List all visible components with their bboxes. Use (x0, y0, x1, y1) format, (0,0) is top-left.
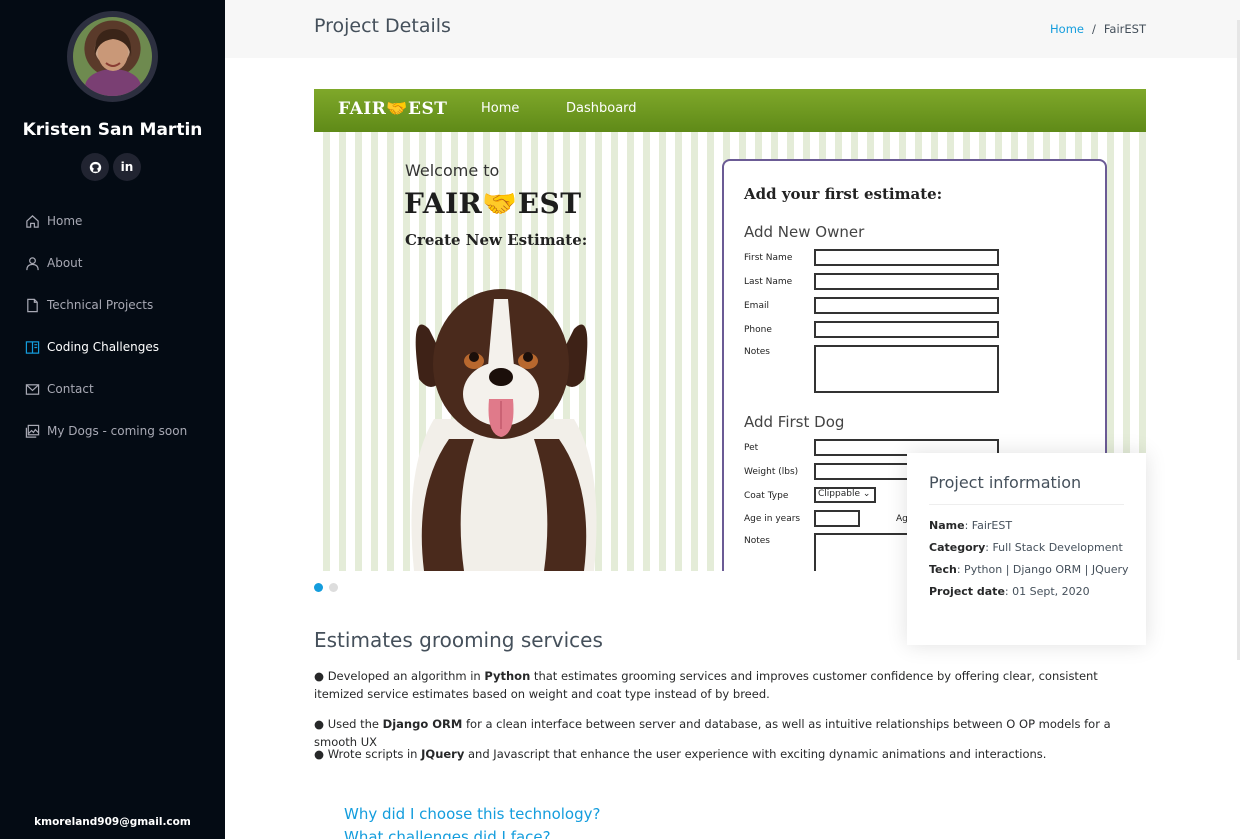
envelope-icon (24, 381, 40, 397)
description-bullet: ● Developed an algorithm in Python that … (314, 667, 1144, 703)
notes-field[interactable] (814, 345, 999, 393)
sidebar-item-label: About (47, 256, 83, 270)
description-bullet: ● Wrote scripts in JQuery and Javascript… (314, 745, 1144, 763)
field-label: Weight (lbs) (744, 467, 799, 477)
bullet-bold: JQuery (421, 747, 465, 761)
info-tech-label: Tech (929, 563, 957, 576)
info-date: Project date: 01 Sept, 2020 (929, 585, 1124, 598)
sidebar-item-label: Home (47, 214, 83, 228)
info-name-label: Name (929, 519, 965, 532)
last-name-field[interactable] (814, 273, 999, 290)
home-icon (24, 213, 40, 229)
owner-heading: Add New Owner (744, 223, 865, 241)
page-title: Project Details (314, 15, 451, 37)
dog-heading: Add First Dog (744, 413, 845, 431)
info-category-label: Category (929, 541, 986, 554)
sidebar-item-label: My Dogs - coming soon (47, 424, 188, 438)
slide-navbar: FAIR🤝EST Home Dashboard (314, 89, 1146, 132)
field-label: First Name (744, 253, 793, 263)
description-title: Estimates grooming services (314, 628, 603, 652)
sidebar-item-label: Contact (47, 382, 94, 396)
project-info-card: Project information Name: FairEST Catego… (907, 453, 1146, 645)
info-date-label: Project date (929, 585, 1005, 598)
sidebar: Kristen San Martin in Home About Technic… (0, 0, 225, 839)
bullet-text: ● Developed an algorithm in (314, 669, 485, 683)
avatar (67, 11, 158, 102)
sidebar-item-home[interactable]: Home (0, 200, 225, 242)
coat-type-select[interactable]: Clippable ⌄ (814, 487, 876, 503)
sidebar-nav: Home About Technical Projects Coding Cha… (0, 200, 225, 452)
field-label: Pet (744, 443, 759, 453)
field-label: Coat Type (744, 491, 789, 501)
info-tech: Tech: Python | Django ORM | JQuery (929, 563, 1129, 576)
bullet-bold: Django ORM (382, 717, 463, 731)
info-date-value: : 01 Sept, 2020 (1004, 585, 1090, 598)
sidebar-item-technical-projects[interactable]: Technical Projects (0, 284, 225, 326)
sidebar-item-coding-challenges[interactable]: Coding Challenges (0, 326, 225, 368)
breadcrumb-separator: / (1092, 22, 1096, 36)
breadcrumbs-bar: Project Details Home / FairEST (225, 0, 1240, 58)
breadcrumb-home[interactable]: Home (1050, 22, 1084, 36)
slide-logo: FAIR🤝EST (338, 99, 448, 119)
bullet-text: ● Used the (314, 717, 383, 731)
info-category: Category: Full Stack Development (929, 541, 1124, 554)
first-name-field[interactable] (814, 249, 999, 266)
bullet-text: and Javascript that enhance the user exp… (464, 747, 1047, 761)
slider-dot-2[interactable] (329, 583, 338, 592)
sidebar-item-my-dogs[interactable]: My Dogs - coming soon (0, 410, 225, 452)
linkedin-icon[interactable]: in (113, 153, 141, 181)
bullet-bold: Python (484, 669, 531, 683)
slide-welcome: Welcome to (405, 161, 500, 180)
person-icon (24, 255, 40, 271)
github-icon[interactable] (81, 153, 109, 181)
question-link-challenges[interactable]: What challenges did I face? (344, 828, 551, 839)
slide-nav-dashboard: Dashboard (566, 101, 637, 116)
sidebar-item-about[interactable]: About (0, 242, 225, 284)
images-icon (24, 423, 40, 439)
slider-dot-1[interactable] (314, 583, 323, 592)
info-list: Name: FairEST Category: Full Stack Devel… (929, 519, 1129, 598)
field-label: Email (744, 301, 769, 311)
layout-icon (24, 339, 40, 355)
email-field[interactable] (814, 297, 999, 314)
question-link-technology[interactable]: Why did I choose this technology? (344, 805, 600, 823)
slide-create-estimate: Create New Estimate: (405, 231, 588, 249)
breadcrumb-current: FairEST (1103, 22, 1146, 36)
dog-illustration (411, 289, 597, 571)
info-tech-value: : Python | Django ORM | JQuery (956, 563, 1129, 576)
footer-email[interactable]: kmoreland909@gmail.com (0, 816, 225, 828)
slide-big-logo: FAIR🤝EST (404, 187, 582, 220)
info-category-value: : Full Stack Development (985, 541, 1123, 554)
slider-pagination (314, 583, 338, 592)
sidebar-item-contact[interactable]: Contact (0, 368, 225, 410)
age-field[interactable] (814, 510, 860, 527)
sidebar-item-label: Technical Projects (47, 298, 154, 312)
file-icon (24, 297, 40, 313)
field-label: Age in years (744, 514, 801, 524)
form-title: Add your first estimate: (744, 185, 943, 203)
slide-nav-home: Home (481, 101, 520, 116)
info-name-value: : FairEST (964, 519, 1013, 532)
profile-name: Kristen San Martin (22, 120, 203, 140)
breadcrumb: Home / FairEST (1050, 22, 1146, 36)
field-label: Phone (744, 325, 772, 335)
field-label: Notes (744, 536, 770, 546)
field-label: Notes (744, 347, 770, 357)
info-name: Name: FairEST (929, 519, 1124, 532)
sidebar-item-label: Coding Challenges (47, 340, 159, 354)
field-label: Last Name (744, 277, 793, 287)
info-title: Project information (929, 473, 1124, 505)
phone-field[interactable] (814, 321, 999, 338)
bullet-text: ● Wrote scripts in (314, 747, 422, 761)
